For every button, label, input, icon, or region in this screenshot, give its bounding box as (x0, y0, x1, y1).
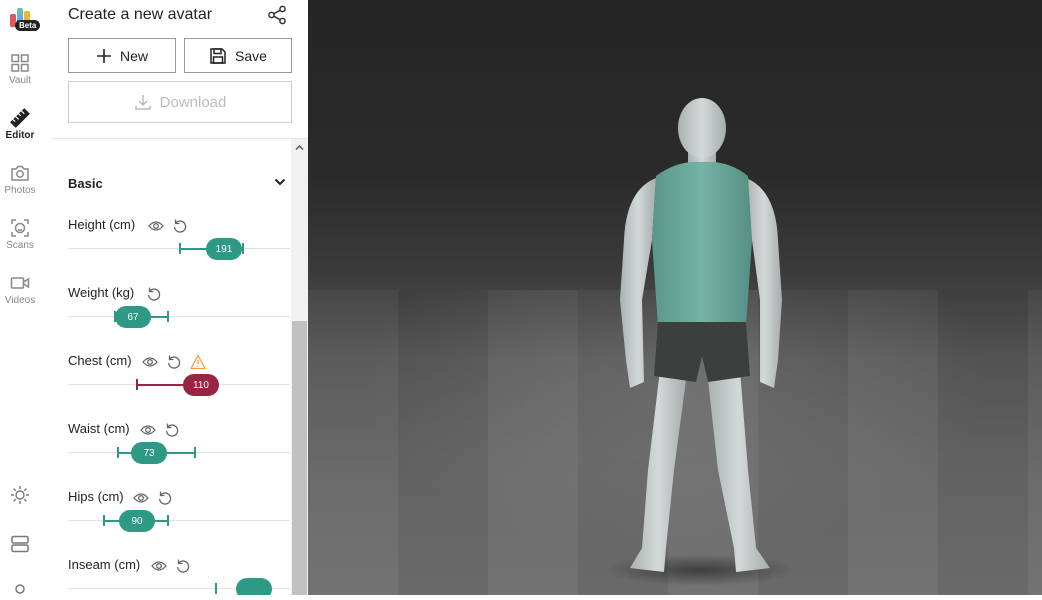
download-icon (134, 95, 151, 110)
chest-slider-thumb[interactable]: 110 (183, 374, 219, 396)
inseam-label: Inseam (cm) (68, 557, 141, 572)
reset-icon[interactable] (157, 490, 173, 506)
eye-icon[interactable] (140, 422, 156, 438)
avatar-model (605, 98, 795, 586)
beta-badge: Beta (15, 20, 41, 31)
reset-icon[interactable] (164, 422, 180, 438)
height-field: Height (cm) 191 (68, 217, 290, 281)
height-label: Height (cm) (68, 217, 136, 232)
chest-label: Chest (cm) (68, 353, 132, 368)
section-title-basic: Basic (68, 176, 103, 191)
scrollbar-thumb[interactable] (292, 321, 307, 595)
nav-editor[interactable]: Editor (0, 107, 40, 141)
hips-max-tick (167, 515, 169, 526)
new-button[interactable]: New (68, 38, 176, 73)
warning-icon (190, 354, 206, 370)
hips-min-tick (103, 515, 105, 526)
avatar-3d-viewport[interactable] (308, 0, 1042, 595)
waist-max-tick (194, 447, 196, 458)
panel-scrollbar[interactable] (291, 139, 308, 595)
nav-vault[interactable]: Vault (0, 52, 40, 86)
eye-icon[interactable] (142, 354, 158, 370)
eye-icon[interactable] (151, 558, 167, 574)
nav-videos[interactable]: Videos (0, 272, 40, 306)
reset-icon[interactable] (146, 286, 162, 302)
eye-icon[interactable] (133, 490, 149, 506)
hips-slider-track[interactable] (68, 520, 290, 521)
weight-max-tick (167, 311, 169, 322)
inseam-slider-thumb[interactable] (236, 578, 272, 595)
new-button-label: New (119, 47, 148, 64)
camera-icon (11, 165, 29, 181)
scroll-up-icon[interactable] (295, 143, 304, 152)
height-min-tick (179, 243, 181, 254)
nav-photos-label: Photos (4, 185, 36, 196)
nav-videos-label: Videos (4, 295, 36, 306)
chest-min-tick (136, 379, 138, 390)
reset-icon[interactable] (166, 354, 182, 370)
waist-slider-thumb[interactable]: 73 (131, 442, 167, 464)
waist-min-tick (117, 447, 119, 458)
weight-field: Weight (kg) 67 (68, 285, 290, 349)
save-button-label: Save (235, 47, 267, 64)
download-button[interactable]: Download (68, 81, 292, 123)
weight-slider-track[interactable] (68, 316, 290, 317)
left-rail: Beta Vault Editor Photos Scans Videos (0, 0, 53, 595)
layers-icon[interactable] (9, 533, 31, 555)
nav-editor-label: Editor (5, 130, 35, 141)
page-title: Create a new avatar (68, 6, 213, 23)
nav-scans-label: Scans (6, 240, 34, 251)
waist-label: Waist (cm) (68, 421, 130, 436)
sun-icon[interactable] (9, 484, 31, 506)
nav-scans[interactable]: Scans (0, 217, 40, 251)
scan-face-icon (11, 219, 29, 237)
avatar-panel: Create a new avatar New Save Download Ba… (52, 0, 308, 595)
measurements-scroll-area[interactable]: Basic Height (cm) 191 Weight (kg) 67 Che… (52, 139, 308, 595)
hips-field: Hips (cm) 90 (68, 489, 290, 553)
weight-slider-thumb[interactable]: 67 (115, 306, 151, 328)
inseam-field: Inseam (cm) (68, 557, 290, 595)
height-slider-thumb[interactable]: 191 (206, 238, 242, 260)
circle-icon[interactable] (9, 578, 31, 600)
hips-label: Hips (cm) (68, 489, 124, 504)
reset-icon[interactable] (175, 558, 191, 574)
hips-slider-thumb[interactable]: 90 (119, 510, 155, 532)
chevron-down-icon[interactable] (274, 177, 286, 187)
grid-icon (11, 54, 29, 72)
eye-icon[interactable] (148, 218, 164, 234)
ruler-icon (10, 108, 30, 128)
nav-vault-label: Vault (8, 75, 32, 86)
plus-icon (96, 48, 111, 63)
download-button-label: Download (159, 93, 227, 111)
share-icon[interactable] (266, 4, 288, 26)
video-icon (10, 277, 30, 289)
save-button[interactable]: Save (184, 38, 292, 73)
height-max-tick (242, 243, 244, 254)
nav-photos[interactable]: Photos (0, 162, 40, 196)
chest-field: Chest (cm) 110 (68, 353, 290, 417)
inseam-min-tick (215, 583, 217, 594)
reset-icon[interactable] (172, 218, 188, 234)
weight-label: Weight (kg) (68, 285, 135, 300)
waist-field: Waist (cm) 73 (68, 421, 290, 485)
floppy-disk-icon (210, 47, 226, 64)
